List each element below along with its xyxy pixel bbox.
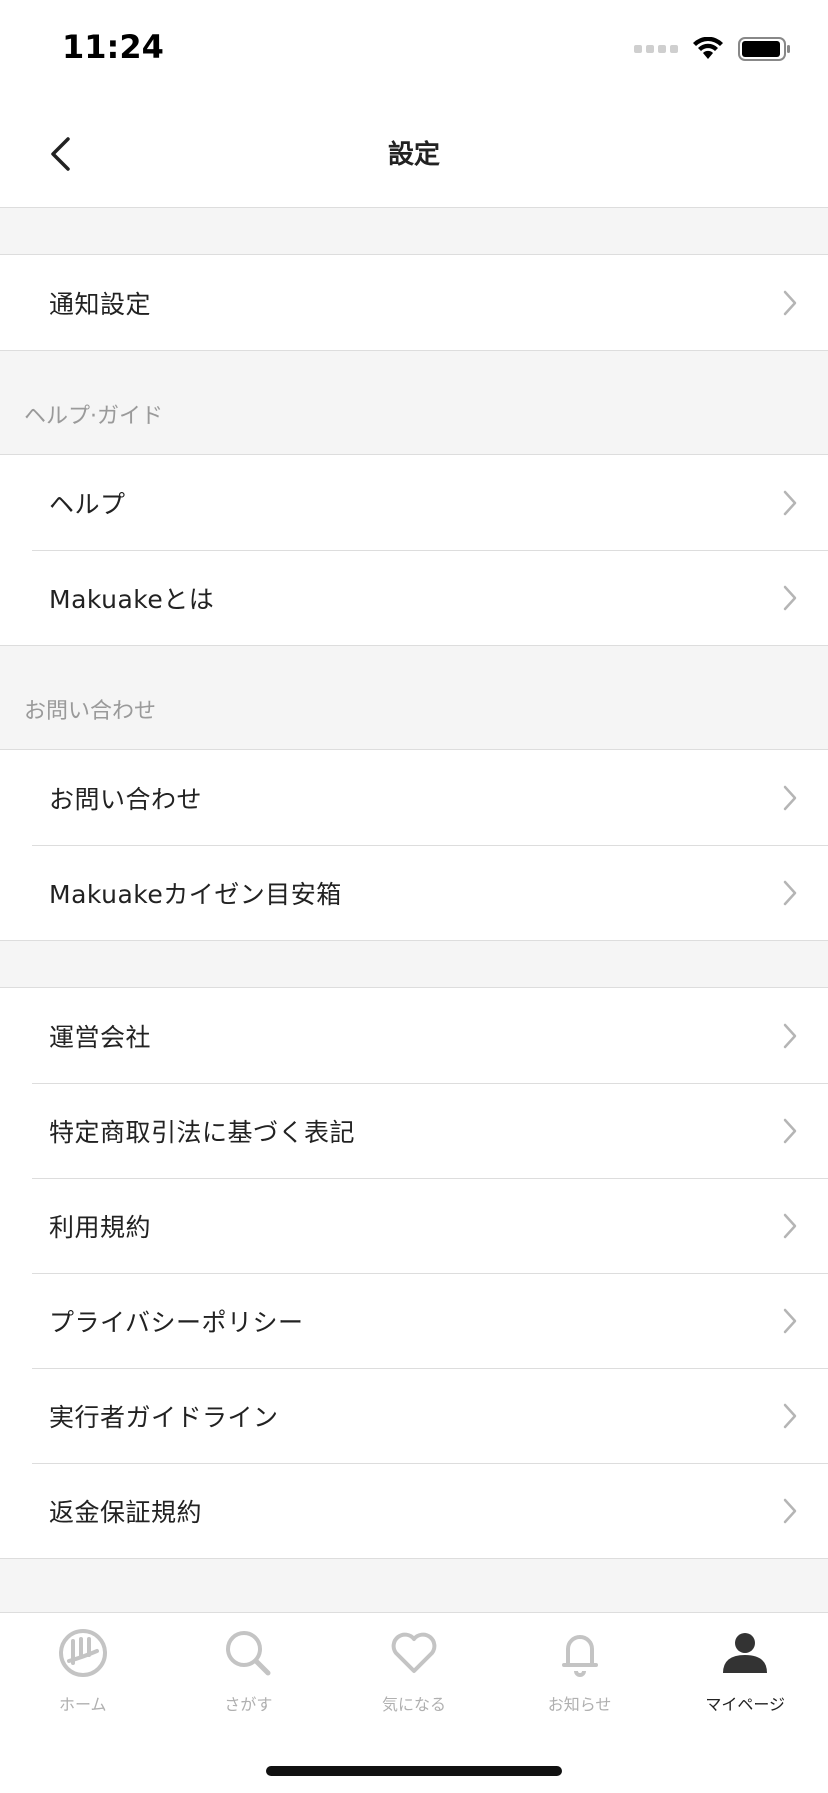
settings-row-about-makuake[interactable]: Makuakeとは [0, 550, 828, 645]
search-icon [226, 1631, 271, 1676]
chevron-right-icon [783, 1403, 797, 1428]
row-label: Makuakeカイゼン目安箱 [49, 879, 342, 909]
row-label: 運営会社 [49, 1022, 152, 1052]
chevron-right-icon [783, 585, 797, 610]
row-label: ヘルプ [49, 489, 126, 519]
chevron-right-icon [783, 1023, 797, 1048]
section-header-contact: お問い合わせ [0, 646, 828, 749]
tab-label: 気になる [381, 1695, 446, 1714]
heart-icon [391, 1632, 437, 1673]
status-time: 11:24 [62, 28, 164, 66]
settings-group-help: ヘルプ Makuakeとは [0, 454, 828, 646]
page-title: 設定 [387, 140, 440, 170]
row-label: 実行者ガイドライン [49, 1402, 279, 1432]
settings-group-notifications: 通知設定 [0, 254, 828, 351]
settings-row-privacy-policy[interactable]: プライバシーポリシー [0, 1273, 828, 1368]
settings-row-commercial-transactions[interactable]: 特定商取引法に基づく表記 [0, 1083, 828, 1178]
chevron-right-icon [783, 785, 797, 810]
settings-row-notification-settings[interactable]: 通知設定 [0, 255, 828, 350]
tab-label: マイページ [705, 1695, 786, 1714]
tab-mypage[interactable]: マイページ [662, 1613, 828, 1723]
row-label: プライバシーポリシー [49, 1307, 304, 1337]
home-logo-icon [58, 1629, 107, 1677]
chevron-right-icon [783, 1498, 797, 1523]
settings-row-contact[interactable]: お問い合わせ [0, 750, 828, 845]
tab-notifications[interactable]: お知らせ [497, 1613, 663, 1723]
row-label: お問い合わせ [49, 784, 203, 814]
settings-group-contact: お問い合わせ Makuakeカイゼン目安箱 [0, 749, 828, 941]
settings-row-terms[interactable]: 利用規約 [0, 1178, 828, 1273]
chevron-right-icon [783, 880, 797, 905]
battery-icon [738, 37, 790, 61]
chevron-right-icon [783, 1213, 797, 1238]
settings-row-company[interactable]: 運営会社 [0, 988, 828, 1083]
settings-row-creator-guidelines[interactable]: 実行者ガイドライン [0, 1368, 828, 1463]
row-label: 利用規約 [49, 1212, 152, 1242]
section-header-label: お問い合わせ [24, 699, 157, 724]
tab-home[interactable]: ホーム [0, 1613, 166, 1723]
settings-row-help[interactable]: ヘルプ [0, 455, 828, 550]
tab-favorites[interactable]: 気になる [331, 1613, 497, 1723]
tab-label: お知らせ [547, 1695, 612, 1714]
row-label: 返金保証規約 [49, 1497, 203, 1527]
row-label: 特定商取引法に基づく表記 [49, 1117, 356, 1147]
settings-row-suggestion-box[interactable]: Makuakeカイゼン目安箱 [0, 845, 828, 940]
chevron-right-icon [783, 1308, 797, 1333]
wifi-icon [693, 37, 723, 59]
settings-group-legal: 運営会社 特定商取引法に基づく表記 利用規約 プライバシーポリシー 実行者ガイド… [0, 987, 828, 1559]
navigation-bar: 設定 [0, 100, 828, 208]
section-header-label: ヘルプ·ガイド [24, 404, 163, 429]
chevron-right-icon [783, 1118, 797, 1143]
bell-icon [561, 1635, 598, 1677]
row-label: Makuakeとは [49, 584, 215, 614]
section-spacer [0, 208, 828, 254]
person-icon [723, 1633, 768, 1673]
status-icons [634, 36, 792, 62]
tab-label: ホーム [59, 1695, 107, 1714]
chevron-right-icon [783, 490, 797, 515]
row-label: 通知設定 [49, 289, 152, 319]
tab-search[interactable]: さがす [166, 1613, 332, 1723]
section-spacer [0, 941, 828, 987]
home-indicator [266, 1766, 562, 1776]
settings-row-refund-guarantee[interactable]: 返金保証規約 [0, 1463, 828, 1558]
tab-label: さがす [224, 1695, 273, 1714]
chevron-right-icon [783, 290, 797, 315]
cellular-signal-icon [634, 45, 678, 53]
section-header-help: ヘルプ·ガイド [0, 351, 828, 454]
status-bar: 11:24 [0, 0, 828, 100]
settings-list: 通知設定 ヘルプ·ガイド ヘルプ Makuakeとは お問い合わせ お問い合わせ… [0, 208, 828, 1559]
